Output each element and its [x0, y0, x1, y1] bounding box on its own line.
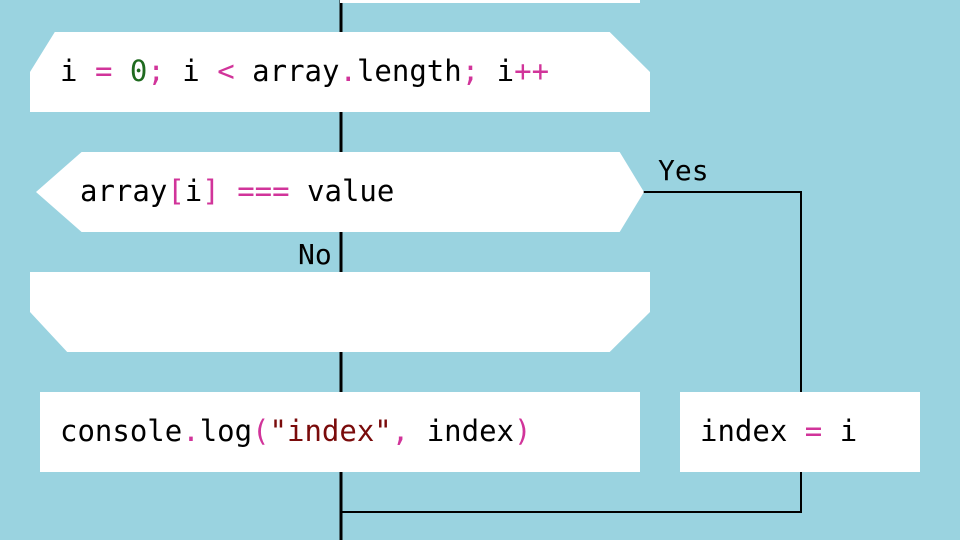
yes-label: Yes [658, 154, 709, 187]
top-node-edge [340, 0, 640, 3]
loop-header-code: i = 0; i < array.length; i++ [60, 54, 550, 88]
log-code: console.log("index", index) [60, 414, 532, 448]
loop-end-node [30, 272, 650, 352]
no-label: No [298, 238, 332, 271]
assign-code: index = i [700, 414, 858, 448]
flowchart: i = 0; i < array.length; i++ array[i] ==… [0, 0, 960, 540]
condition-code: array[i] === value [80, 174, 395, 208]
